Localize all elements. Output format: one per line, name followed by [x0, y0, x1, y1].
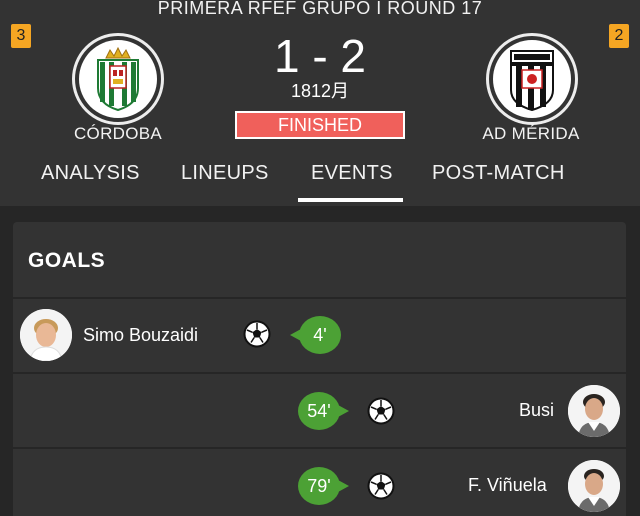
divider: [13, 447, 626, 449]
tab-events[interactable]: EVENTS: [311, 162, 393, 185]
soccer-ball-icon: [367, 397, 395, 425]
tab-lineups[interactable]: LINEUPS: [181, 162, 269, 185]
tab-post-match[interactable]: POST-MATCH: [432, 162, 565, 185]
divider: [13, 372, 626, 374]
away-rank-badge: 2: [609, 24, 629, 48]
goal-minute-badge: 4': [290, 316, 341, 354]
home-team-name[interactable]: CÓRDOBA: [28, 124, 208, 144]
away-team-crest[interactable]: [486, 33, 578, 125]
goal-minute-badge: 54': [298, 392, 349, 430]
cordoba-crest-icon: [79, 40, 157, 118]
match-header: PRIMERA RFEF GRUPO I ROUND 17 3 2 CÓRDOB…: [0, 0, 640, 206]
away-team-name[interactable]: AD MÉRIDA: [441, 124, 621, 144]
scorer-name: Busi: [519, 400, 555, 420]
scorer-name: F. Viñuela: [468, 475, 547, 495]
soccer-ball-icon: [243, 320, 271, 348]
divider: [13, 297, 626, 299]
match-status-badge: FINISHED: [235, 111, 405, 139]
goal-minute-badge: 79': [298, 467, 349, 505]
scorer-name: Simo Bouzaidi: [83, 325, 199, 345]
tab-analysis[interactable]: ANALYSIS: [41, 162, 140, 185]
merida-crest-icon: [493, 40, 571, 118]
tab-bar: ANALYSIS LINEUPS EVENTS POST-MATCH: [0, 150, 640, 204]
player-avatar: [20, 309, 72, 361]
goals-title: GOALS: [28, 249, 106, 272]
player-avatar: [568, 460, 620, 512]
goals-panel: GOALS Simo Bouzaidi 4' 54' Busi 79' F. V…: [13, 222, 626, 516]
home-team-crest[interactable]: [72, 33, 164, 125]
soccer-ball-icon: [367, 472, 395, 500]
match-score: 1 - 2: [273, 30, 367, 82]
competition-title: PRIMERA RFEF GRUPO I ROUND 17: [157, 0, 483, 18]
player-avatar: [568, 385, 620, 437]
home-rank-badge: 3: [11, 24, 31, 48]
active-tab-indicator: [298, 198, 403, 202]
match-date: 1812月: [290, 81, 350, 101]
